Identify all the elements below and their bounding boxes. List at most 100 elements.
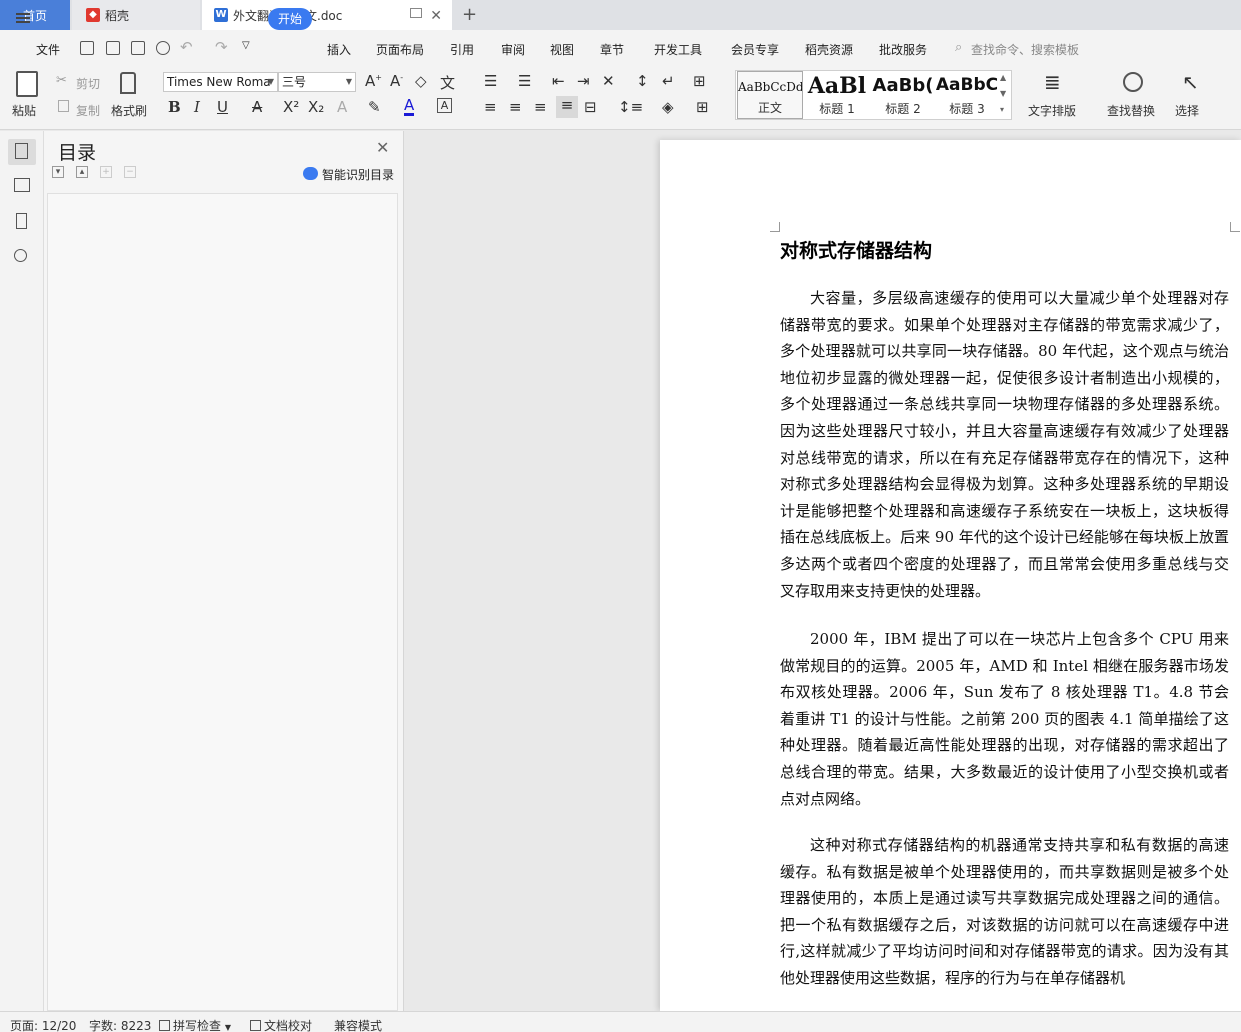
styles-more-icon[interactable]: ▾ [1000,105,1004,114]
font-size-select[interactable]: 三号 ▼ [278,72,356,92]
expand-all-icon[interactable]: ▾ [52,166,64,178]
decrease-indent-icon[interactable]: ⇤ [552,72,565,90]
command-search-input[interactable]: 查找命令、搜索模板 [971,41,1079,58]
italic-icon[interactable]: I [194,98,200,116]
collapse-all-icon[interactable]: ▴ [76,166,88,178]
menu-developer[interactable]: 开发工具 [654,41,702,58]
close-tab-icon[interactable]: ✕ [430,8,442,24]
menu-file[interactable]: 文件 [36,41,60,58]
styles-scroll-up-icon[interactable]: ▲ [1000,73,1006,82]
menu-member[interactable]: 会员专享 [731,41,779,58]
bullet-list-icon[interactable]: ☰ [484,72,497,90]
monitor-icon[interactable] [410,8,422,18]
spell-check-toggle[interactable]: 拼写检查 ▼ [159,1017,231,1032]
sort-icon[interactable]: ↕ [636,72,649,90]
print-icon[interactable] [131,41,145,55]
bold-icon[interactable]: B [168,98,181,116]
print-preview-icon[interactable] [156,41,170,55]
subscript-icon[interactable]: X₂ [308,98,324,116]
format-painter-button[interactable]: 格式刷 [111,102,147,119]
paste-button[interactable]: 粘贴 [12,102,36,119]
align-right-icon[interactable]: ≡ [534,98,547,116]
paste-icon[interactable] [16,71,38,97]
cursor-icon[interactable]: ↖ [1182,70,1199,94]
style-label: 正文 [757,101,782,115]
char-border-icon[interactable]: A [437,98,452,113]
menu-view[interactable]: 视图 [550,41,574,58]
phonetic-guide-icon[interactable]: 文 [440,72,455,93]
chevron-down-icon: ▼ [224,1023,231,1032]
quick-access-dropdown-icon[interactable]: ▽ [242,40,250,51]
save-icon[interactable] [80,41,94,55]
align-center-icon[interactable]: ≡ [509,98,522,116]
toc-list[interactable] [47,193,398,1011]
text-layout-icon[interactable]: ≣ [1044,70,1061,94]
shading-icon[interactable]: ◈ [662,98,674,116]
add-heading-icon[interactable]: + [100,166,112,178]
text-layout-button[interactable]: 文字排版 [1028,102,1076,119]
doc-proof-button[interactable]: 文档校对 [250,1017,312,1032]
remove-heading-icon[interactable]: − [124,166,136,178]
style-heading-2[interactable]: AaBb(标题 2 [870,71,936,119]
hamburger-icon[interactable] [16,13,30,23]
font-color-icon[interactable]: A [404,98,415,116]
increase-font-icon[interactable]: A+ [365,72,382,90]
find-replace-button[interactable]: 查找替换 [1107,102,1155,119]
distributed-align-icon[interactable]: ⊟ [584,98,597,116]
new-tab-icon[interactable]: + [462,4,477,25]
tab-home[interactable]: 首页 [0,0,70,30]
daoke-logo-icon: ◆ [86,8,100,22]
increase-indent-icon[interactable]: ⇥ [577,72,590,90]
cut-button[interactable]: 剪切 [76,75,100,92]
document-heading: 对称式存储器结构 [780,240,933,262]
strikethrough-icon[interactable]: A [252,98,262,116]
word-count[interactable]: 字数: 8223 [89,1017,151,1032]
format-painter-icon[interactable] [120,72,136,94]
menu-page-layout[interactable]: 页面布局 [376,41,424,58]
highlight-icon[interactable]: ✎ [368,98,381,116]
menu-daoke-resources[interactable]: 稻壳资源 [805,41,853,58]
tab-stop-icon[interactable]: ⊞ [693,72,706,90]
cut-icon[interactable]: ✂ [56,73,67,88]
styles-scroll-down-icon[interactable]: ▼ [1000,89,1006,98]
menu-references[interactable]: 引用 [450,41,474,58]
borders-icon[interactable]: ⊞ [696,98,709,116]
style-heading-3[interactable]: AaBbC 标题 3 [934,71,1000,119]
align-left-icon[interactable]: ≡ [484,98,497,116]
justify-icon[interactable]: ≡ [556,96,578,118]
find-replace-icon[interactable] [1123,72,1143,92]
decrease-font-icon[interactable]: A- [390,72,403,90]
line-spacing-icon[interactable]: ↕≡ [618,98,643,116]
redo-icon[interactable]: ↷ [215,38,228,56]
page-indicator[interactable]: 页面: 12/20 [10,1017,76,1032]
select-button[interactable]: 选择 [1175,102,1199,119]
menu-insert[interactable]: 插入 [327,41,351,58]
chinese-layout-icon[interactable]: ✕ [602,72,615,90]
export-pdf-icon[interactable] [106,41,120,55]
search-nav-icon[interactable] [14,249,27,262]
checkbox-icon [159,1020,170,1031]
clear-format-icon[interactable]: ◇ [415,72,427,90]
undo-icon[interactable]: ↶ [180,38,193,56]
menu-start[interactable]: 开始 [268,8,312,30]
copy-icon[interactable] [58,100,69,112]
text-effect-icon[interactable]: A [337,98,347,116]
numbered-list-icon[interactable]: ☰ [518,72,531,90]
chapter-nav-icon[interactable] [14,178,30,192]
superscript-icon[interactable]: X² [283,98,299,116]
menu-review[interactable]: 审阅 [501,41,525,58]
tab-document[interactable]: W 外文翻译及原文.doc ✕ [202,0,452,30]
bookmark-icon[interactable] [16,213,27,229]
smart-toc-button[interactable]: 智能识别目录 [322,166,394,183]
menu-chapter[interactable]: 章节 [600,41,624,58]
tab-daoke[interactable]: ◆ 稻壳 [72,0,200,30]
style-normal[interactable]: AaBbCcDd 正文 [737,71,803,119]
underline-icon[interactable]: U [217,98,228,116]
nav-side-strip [0,131,44,1011]
paragraph-mark-icon[interactable]: ↵ [662,72,675,90]
close-icon[interactable]: ✕ [376,138,389,157]
menu-correction[interactable]: 批改服务 [879,41,927,58]
copy-button[interactable]: 复制 [76,102,100,119]
font-name-select[interactable]: Times New Roma ▼ [163,72,278,92]
style-heading-1[interactable]: AaBl 标题 1 [804,71,870,119]
